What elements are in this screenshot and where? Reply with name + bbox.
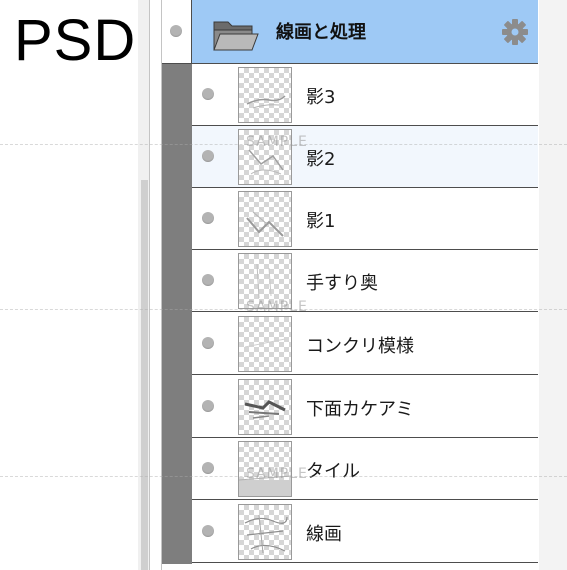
visibility-dot-icon: [202, 462, 214, 474]
folder-name: 線画と処理: [276, 22, 366, 43]
layer-thumbnail: [238, 504, 292, 560]
layer-thumbnail: [238, 67, 292, 123]
layer-name: 影1: [306, 211, 336, 232]
visibility-toggle[interactable]: [192, 188, 238, 249]
layer-thumbnail: [238, 379, 292, 435]
layer-name: コンクリ模様: [306, 336, 414, 357]
visibility-dot-icon: [202, 400, 214, 412]
visibility-dot-icon: [202, 212, 214, 224]
visibility-dot-icon: [202, 88, 214, 100]
layer-row[interactable]: コンクリ模様: [192, 313, 538, 375]
layer-row[interactable]: 影3: [192, 64, 538, 126]
gear-icon[interactable]: [501, 18, 529, 46]
folder-icon: [213, 21, 259, 51]
layer-folder-row[interactable]: 線画と処理: [162, 0, 538, 64]
layer-name: タイル: [306, 461, 360, 482]
layer-name: 下面カケアミ: [306, 399, 414, 420]
layer-row[interactable]: 影1: [192, 188, 538, 250]
visibility-dot-icon: [202, 150, 214, 162]
left-scrollbar-thumb[interactable]: [141, 180, 148, 570]
visibility-dot-icon: [202, 274, 214, 286]
visibility-dot-icon: [202, 337, 214, 349]
folder-header[interactable]: 線画と処理: [192, 0, 538, 63]
watermark-line: [0, 144, 567, 145]
format-label: PSD: [14, 8, 137, 73]
watermark-line: [0, 309, 567, 310]
visibility-toggle[interactable]: [192, 501, 238, 562]
visibility-toggle[interactable]: [162, 0, 192, 63]
layer-thumbnail: [238, 129, 292, 185]
visibility-toggle[interactable]: [192, 313, 238, 374]
layer-row[interactable]: 線画: [192, 501, 538, 563]
layer-thumbnail: [238, 253, 292, 309]
visibility-toggle[interactable]: [192, 126, 238, 187]
visibility-dot-icon: [202, 525, 214, 537]
visibility-toggle[interactable]: [192, 64, 238, 125]
right-scrollbar[interactable]: [539, 0, 567, 570]
layer-thumbnail: [238, 441, 292, 497]
layer-row[interactable]: タイル: [192, 438, 538, 500]
layer-row[interactable]: 手すり奥: [192, 250, 538, 312]
layer-name: 影2: [306, 149, 336, 170]
layer-thumbnail: [238, 316, 292, 372]
layer-row-selected[interactable]: 影2: [192, 126, 538, 188]
visibility-toggle[interactable]: [192, 250, 238, 311]
layers-panel: 線画と処理 影3 影2 影1 手すり奥 コンクリ模様 下面カケアミ タイル 線画: [162, 0, 538, 570]
visibility-toggle[interactable]: [192, 438, 238, 499]
layer-name: 影3: [306, 87, 336, 108]
divider: [149, 0, 150, 570]
layer-row[interactable]: 下面カケアミ: [192, 376, 538, 438]
layer-name: 手すり奥: [306, 273, 378, 294]
layer-name: 線画: [306, 524, 342, 545]
visibility-dot-icon: [170, 25, 182, 37]
visibility-toggle[interactable]: [192, 376, 238, 437]
watermark-line: [0, 476, 567, 477]
layer-thumbnail: [238, 191, 292, 247]
panel-footer: [162, 564, 538, 570]
